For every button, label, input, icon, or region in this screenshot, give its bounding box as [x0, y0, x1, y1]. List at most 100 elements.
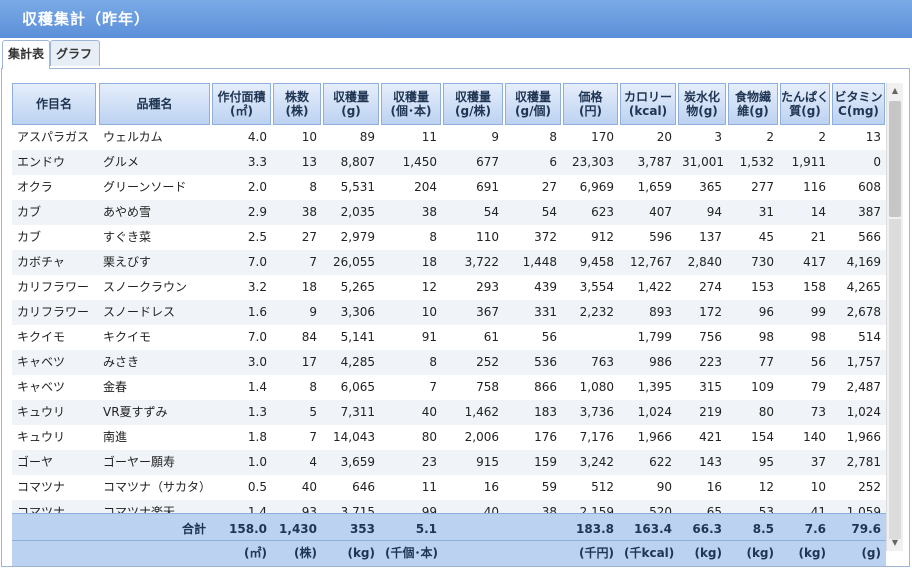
table-cell: 140 — [803, 430, 826, 444]
table-cell: みさき — [103, 355, 140, 369]
table-row[interactable]: オクラ グリーンソード 2.0 8 5,531 204 691 27 6,969 1,659 365… — [12, 175, 886, 200]
table-row[interactable]: カリフラワー スノードレス 1.6 9 3,306 10 367 331 2,232 893 172… — [12, 300, 886, 325]
table-cell: 1.4 — [247, 505, 267, 513]
table-cell: キャベツ — [17, 355, 66, 369]
column-header[interactable]: 収穫量 (g/個) — [505, 83, 561, 125]
table-cell: 1,450 — [402, 155, 437, 169]
table-row[interactable]: キャベツ 金春 1.4 8 6,065 7 758 866 1,080 1,395 315 109 79… — [12, 375, 886, 400]
column-header[interactable]: 収穫量 (g/株) — [443, 83, 503, 125]
unit-label: (kg) — [694, 546, 722, 560]
table-row[interactable]: カリフラワー スノークラウン 3.2 18 5,265 12 293 439 3,554 1,42… — [12, 275, 886, 300]
table-cell: 16 — [483, 480, 499, 494]
table-cell: カリフラワー — [17, 280, 90, 294]
column-header[interactable]: 価格 (円) — [563, 83, 618, 125]
table-cell: グルメ — [103, 155, 140, 169]
column-header[interactable]: 株数 (株) — [273, 83, 321, 125]
table-cell: 159 — [534, 455, 557, 469]
table-cell: 730 — [751, 255, 774, 269]
table-cell: 866 — [534, 380, 557, 394]
table-cell: 170 — [591, 130, 614, 144]
table-cell: 4 — [309, 455, 317, 469]
table-cell: 54 — [541, 205, 557, 219]
table-row[interactable]: キュウリ 南進 1.8 7 14,043 80 2,006 176 7,176 1,966 421 1… — [12, 425, 886, 450]
table-row[interactable]: コマツナ コマツナ楽天 1.4 93 3,715 99 40 38 2,159 520 65 53 41… — [12, 500, 886, 513]
table-cell: カリフラワー — [17, 305, 90, 319]
table-cell: 3,306 — [340, 305, 375, 319]
table-cell: 90 — [656, 480, 672, 494]
table-cell: キュウリ — [17, 405, 66, 419]
table-row[interactable]: カボチャ 栗えびす 7.0 7 26,055 18 3,722 1,448 9,458 12,76… — [12, 250, 886, 275]
table-cell: 65 — [706, 505, 722, 513]
table-cell: 7,176 — [579, 430, 614, 444]
column-header[interactable]: カロリー (kcal) — [620, 83, 676, 125]
table-cell: キュウリ — [17, 430, 66, 444]
table-cell: 18 — [421, 255, 437, 269]
table-cell: 40 — [421, 405, 437, 419]
tab-summary-table[interactable]: 集計表 — [2, 40, 50, 69]
total-value — [442, 518, 504, 540]
table-cell: 11 — [421, 480, 437, 494]
table-row[interactable]: エンドウ グルメ 3.3 13 8,807 1,450 677 6 23,303 3,787 31,… — [12, 150, 886, 175]
table-cell: 4,169 — [846, 255, 881, 269]
table-row[interactable]: コマツナ コマツナ（サカタ） 0.5 40 646 11 16 59 512 90 16 12 10 25… — [12, 475, 886, 500]
column-header[interactable]: 作目名 — [12, 83, 96, 125]
table-cell: 2,979 — [340, 230, 375, 244]
column-header[interactable]: 作付面積 (㎡) — [212, 83, 271, 125]
table-cell: 2,678 — [846, 305, 881, 319]
column-header[interactable]: 収穫量 (g) — [323, 83, 379, 125]
tab-graph[interactable]: グラフ — [50, 40, 100, 66]
table-cell: 608 — [858, 180, 881, 194]
table-cell: 2.5 — [247, 230, 267, 244]
table-cell: 26,055 — [333, 255, 375, 269]
table-cell: 1,422 — [637, 280, 672, 294]
table-cell: 365 — [699, 180, 722, 194]
table-row[interactable]: キュウリ VR夏すずみ 1.3 5 7,311 40 1,462 183 3,736 1,024 2… — [12, 400, 886, 425]
table-cell: 13 — [301, 155, 317, 169]
column-header[interactable]: 食物繊 維(g) — [728, 83, 778, 125]
table-cell: 20 — [656, 130, 672, 144]
table-cell: VR夏すずみ — [103, 405, 168, 419]
grid-body[interactable]: アスパラガス ウェルカム 4.0 10 89 11 9 8 170 20 3 2 2 13 エンドウ グルメ 3… — [12, 125, 886, 513]
scroll-thumb[interactable] — [889, 101, 901, 217]
scroll-up-icon[interactable]: ▲ — [887, 83, 903, 99]
table-cell: 763 — [591, 355, 614, 369]
table-row[interactable]: アスパラガス ウェルカム 4.0 10 89 11 9 8 170 20 3 2 2 13 — [12, 125, 886, 150]
total-value: 8.5 — [752, 522, 774, 536]
table-cell: 99 — [810, 305, 826, 319]
table-row[interactable]: ゴーヤ ゴーヤー願寿 1.0 4 3,659 23 915 159 3,242 622 143 95 3… — [12, 450, 886, 475]
table-cell: 61 — [483, 330, 499, 344]
column-header[interactable]: 品種名 — [99, 83, 210, 125]
column-header[interactable]: ビタミン C(mg) — [832, 83, 885, 125]
table-cell: 1,659 — [637, 180, 672, 194]
table-cell: 27 — [301, 230, 317, 244]
table-cell: 21 — [810, 230, 826, 244]
table-cell: 915 — [476, 455, 499, 469]
table-cell: 2,035 — [340, 205, 375, 219]
table-cell: 7 — [309, 430, 317, 444]
table-row[interactable]: キクイモ キクイモ 7.0 84 5,141 91 61 56 1,799 756 98 98 514 — [12, 325, 886, 350]
unit-label: (㎡) — [244, 546, 267, 560]
total-value: 79.6 — [851, 522, 881, 536]
column-header[interactable]: たんぱく 質(g) — [780, 83, 830, 125]
column-header[interactable]: 収穫量 (個･本) — [381, 83, 441, 125]
table-cell: 18 — [301, 280, 317, 294]
table-cell: スノードレス — [103, 305, 176, 319]
scroll-down-icon[interactable]: ▼ — [887, 535, 903, 551]
table-cell: 1,395 — [637, 380, 672, 394]
table-cell: 7 — [309, 255, 317, 269]
table-row[interactable]: カブ あやめ雪 2.9 38 2,035 38 54 54 623 407 94 31 14 387 — [12, 200, 886, 225]
table-cell: 5,531 — [340, 180, 375, 194]
table-row[interactable]: キャベツ みさき 3.0 17 4,285 8 252 536 763 986 223 77 56 1,7… — [12, 350, 886, 375]
table-row[interactable]: カブ すぐき菜 2.5 27 2,979 8 110 372 912 596 137 45 21 566 — [12, 225, 886, 250]
table-cell: 31 — [758, 205, 774, 219]
table-cell — [562, 325, 619, 350]
scroll-track[interactable] — [889, 219, 901, 539]
column-header[interactable]: 炭水化 物(g) — [678, 83, 726, 125]
table-cell: 10 — [301, 130, 317, 144]
table-cell: 646 — [352, 480, 375, 494]
table-cell: 912 — [591, 230, 614, 244]
table-cell: 4,285 — [340, 355, 375, 369]
table-cell: 38 — [541, 505, 557, 513]
vertical-scrollbar[interactable]: ▲ ▼ — [886, 83, 903, 551]
table-cell: オクラ — [17, 180, 53, 194]
